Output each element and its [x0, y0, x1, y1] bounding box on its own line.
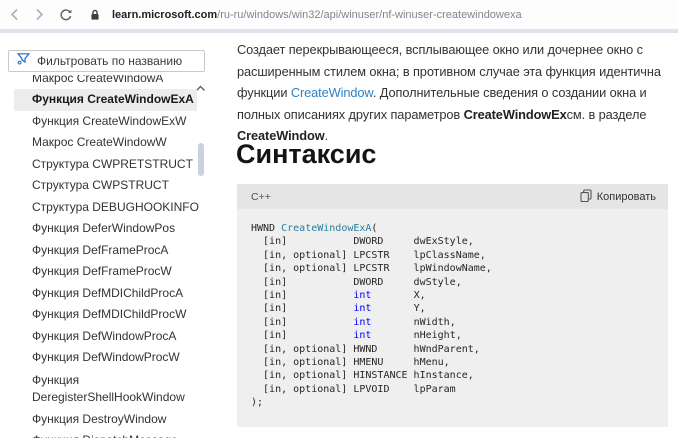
url-path: /ru-ru/windows/win32/api/winuser/nf-winu… — [217, 8, 522, 21]
sidebar-item-defmdichildprocw[interactable]: Функция DefMDIChildProcW — [14, 304, 197, 326]
code-line: [in, optional] HMENU hMenu, — [251, 357, 450, 369]
code-line: [in, optional] HINSTANCE hInstance, — [251, 370, 474, 382]
copy-button[interactable]: Копировать — [580, 188, 656, 205]
sidebar-item-createwindowexw[interactable]: Функция CreateWindowExW — [14, 111, 197, 133]
sidebar-item-cwpstruct[interactable]: Структура CWPSTRUCT — [14, 175, 197, 197]
sidebar-item-deregistershellhookwindow[interactable]: Функция DeregisterShellHookWindow — [14, 369, 185, 409]
code-block: C++ Копировать HWND CreateWindowExA( [in… — [237, 184, 668, 427]
sidebar-item-defwindowproca[interactable]: Функция DefWindowProcA — [14, 326, 197, 348]
sidebar-item-cwpretstruct[interactable]: Структура CWPRETSTRUCT — [14, 154, 197, 176]
sidebar-item-defframeproca[interactable]: Функция DefFrameProcA — [14, 240, 197, 262]
sidebar-item-defmdichildproca[interactable]: Функция DefMDIChildProcA — [14, 283, 197, 305]
sidebar-item-dispatchmessage[interactable]: Функция DispatchMessage — [14, 430, 197, 438]
page: learn.microsoft.com/ru-ru/windows/win32/… — [0, 0, 678, 438]
filter-box — [8, 50, 205, 72]
code-line: [in] DWORD dwExStyle, — [251, 236, 474, 248]
chevron-up-icon[interactable] — [195, 79, 207, 91]
code-line: [in] int Y, — [251, 303, 426, 315]
code-body: HWND CreateWindowExA( [in] DWORD dwExSty… — [237, 209, 668, 427]
funnel-icon — [16, 52, 31, 70]
back-icon[interactable] — [6, 7, 22, 23]
code-block-header: C++ Копировать — [237, 184, 668, 209]
sidebar-scrollbar[interactable] — [198, 143, 204, 176]
code-line: [in, optional] LPVOID lpParam — [251, 383, 456, 395]
code-line: [in] int nWidth, — [251, 316, 456, 328]
intro-paragraph: Создает перекрывающееся, всплывающее окн… — [237, 42, 661, 144]
sidebar-item-deferwindowpos[interactable]: Функция DeferWindowPos — [14, 218, 197, 240]
createwindow-link[interactable]: CreateWindow — [291, 85, 373, 100]
sidebar-nav-list: Функция CreateWindowExA Функция CreateWi… — [14, 89, 199, 438]
address-bar[interactable]: learn.microsoft.com/ru-ru/windows/win32/… — [112, 9, 522, 21]
code-line: [in] DWORD dwStyle, — [251, 276, 462, 288]
sidebar-item-debughookinfo[interactable]: Структура DEBUGHOOKINFO — [14, 197, 199, 219]
sidebar-item-createwindowa-clipped[interactable]: Макрос CreateWindowA — [32, 75, 163, 87]
code-line: [in] int nHeight, — [251, 330, 462, 342]
code-line: ); — [251, 397, 264, 409]
code-language-label: C++ — [251, 190, 271, 203]
sidebar-item-createwindowexa[interactable]: Функция CreateWindowExA — [14, 89, 197, 111]
code-line: [in, optional] LPCSTR lpClassName, — [251, 249, 486, 261]
filter-input[interactable] — [37, 54, 187, 68]
sidebar-item-destroywindow[interactable]: Функция DestroyWindow — [14, 409, 197, 431]
copy-icon — [580, 188, 592, 205]
lock-icon[interactable] — [87, 7, 103, 23]
syntax-heading: Синтаксис — [236, 139, 377, 169]
toolbar-divider — [0, 29, 678, 33]
url-domain: learn.microsoft.com — [112, 8, 218, 21]
sidebar-item-defframeprocw[interactable]: Функция DefFrameProcW — [14, 261, 197, 283]
copy-button-label: Копировать — [596, 190, 656, 203]
code-line: [in] int X, — [251, 290, 426, 302]
createwindowex-bold: CreateWindowEx — [463, 106, 567, 122]
sidebar-item-createwindoww[interactable]: Макрос CreateWindowW — [14, 132, 197, 154]
code-line: [in, optional] LPCSTR lpWindowName, — [251, 263, 492, 275]
browser-toolbar: learn.microsoft.com/ru-ru/windows/win32/… — [0, 0, 678, 29]
reload-icon[interactable] — [58, 7, 74, 23]
forward-icon[interactable] — [31, 7, 47, 23]
sidebar-item-defwindowprocw[interactable]: Функция DefWindowProcW — [14, 347, 197, 369]
code-line: HWND CreateWindowExA( — [251, 223, 378, 234]
code-line: [in, optional] HWND hWndParent, — [251, 343, 480, 355]
